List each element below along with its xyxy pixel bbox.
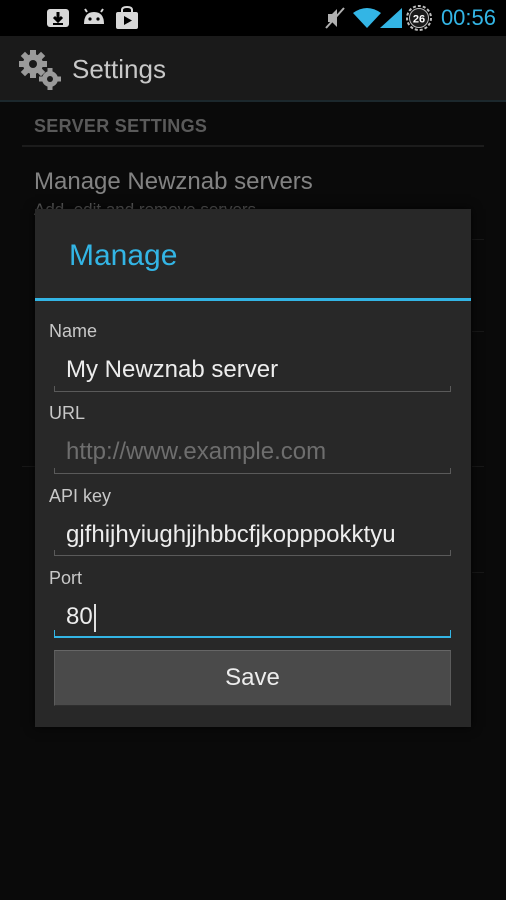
url-input[interactable] <box>54 429 451 475</box>
url-underline <box>54 473 451 474</box>
play-store-icon <box>116 6 138 29</box>
port-input[interactable] <box>54 594 451 640</box>
name-label: Name <box>49 321 98 341</box>
text-cursor <box>94 604 96 632</box>
underline-tick <box>54 630 55 637</box>
api-key-input[interactable] <box>54 512 451 558</box>
underline-tick <box>54 386 55 392</box>
dialog-title: Manage <box>69 239 178 272</box>
action-bar: Settings <box>0 36 506 102</box>
dialog-title-divider <box>35 298 471 301</box>
underline-tick <box>450 550 451 556</box>
underline-tick <box>54 468 55 474</box>
underline-tick <box>54 550 55 556</box>
port-underline <box>54 636 451 638</box>
signal-icon <box>380 8 402 28</box>
port-label: Port <box>49 568 83 588</box>
underline-tick <box>450 630 451 637</box>
battery-level: 26 <box>413 14 425 26</box>
clock: 00:56 <box>440 5 496 30</box>
name-underline <box>54 391 451 392</box>
api-key-underline <box>54 555 451 556</box>
api-key-label: API key <box>49 486 112 506</box>
status-bar: 26 00:56 <box>0 0 506 36</box>
underline-tick <box>450 468 451 474</box>
page-title: Settings <box>72 54 166 84</box>
manage-dialog: Manage Name URL API key Port Save <box>35 209 471 727</box>
name-input[interactable] <box>54 347 451 393</box>
battery-icon: 26 <box>406 5 432 31</box>
android-icon <box>84 8 104 24</box>
underline-tick <box>450 386 451 392</box>
download-icon <box>47 9 69 27</box>
url-label: URL <box>49 403 86 423</box>
save-button[interactable]: Save <box>54 650 451 706</box>
mute-icon <box>325 7 345 29</box>
gear-icon[interactable] <box>18 48 64 92</box>
